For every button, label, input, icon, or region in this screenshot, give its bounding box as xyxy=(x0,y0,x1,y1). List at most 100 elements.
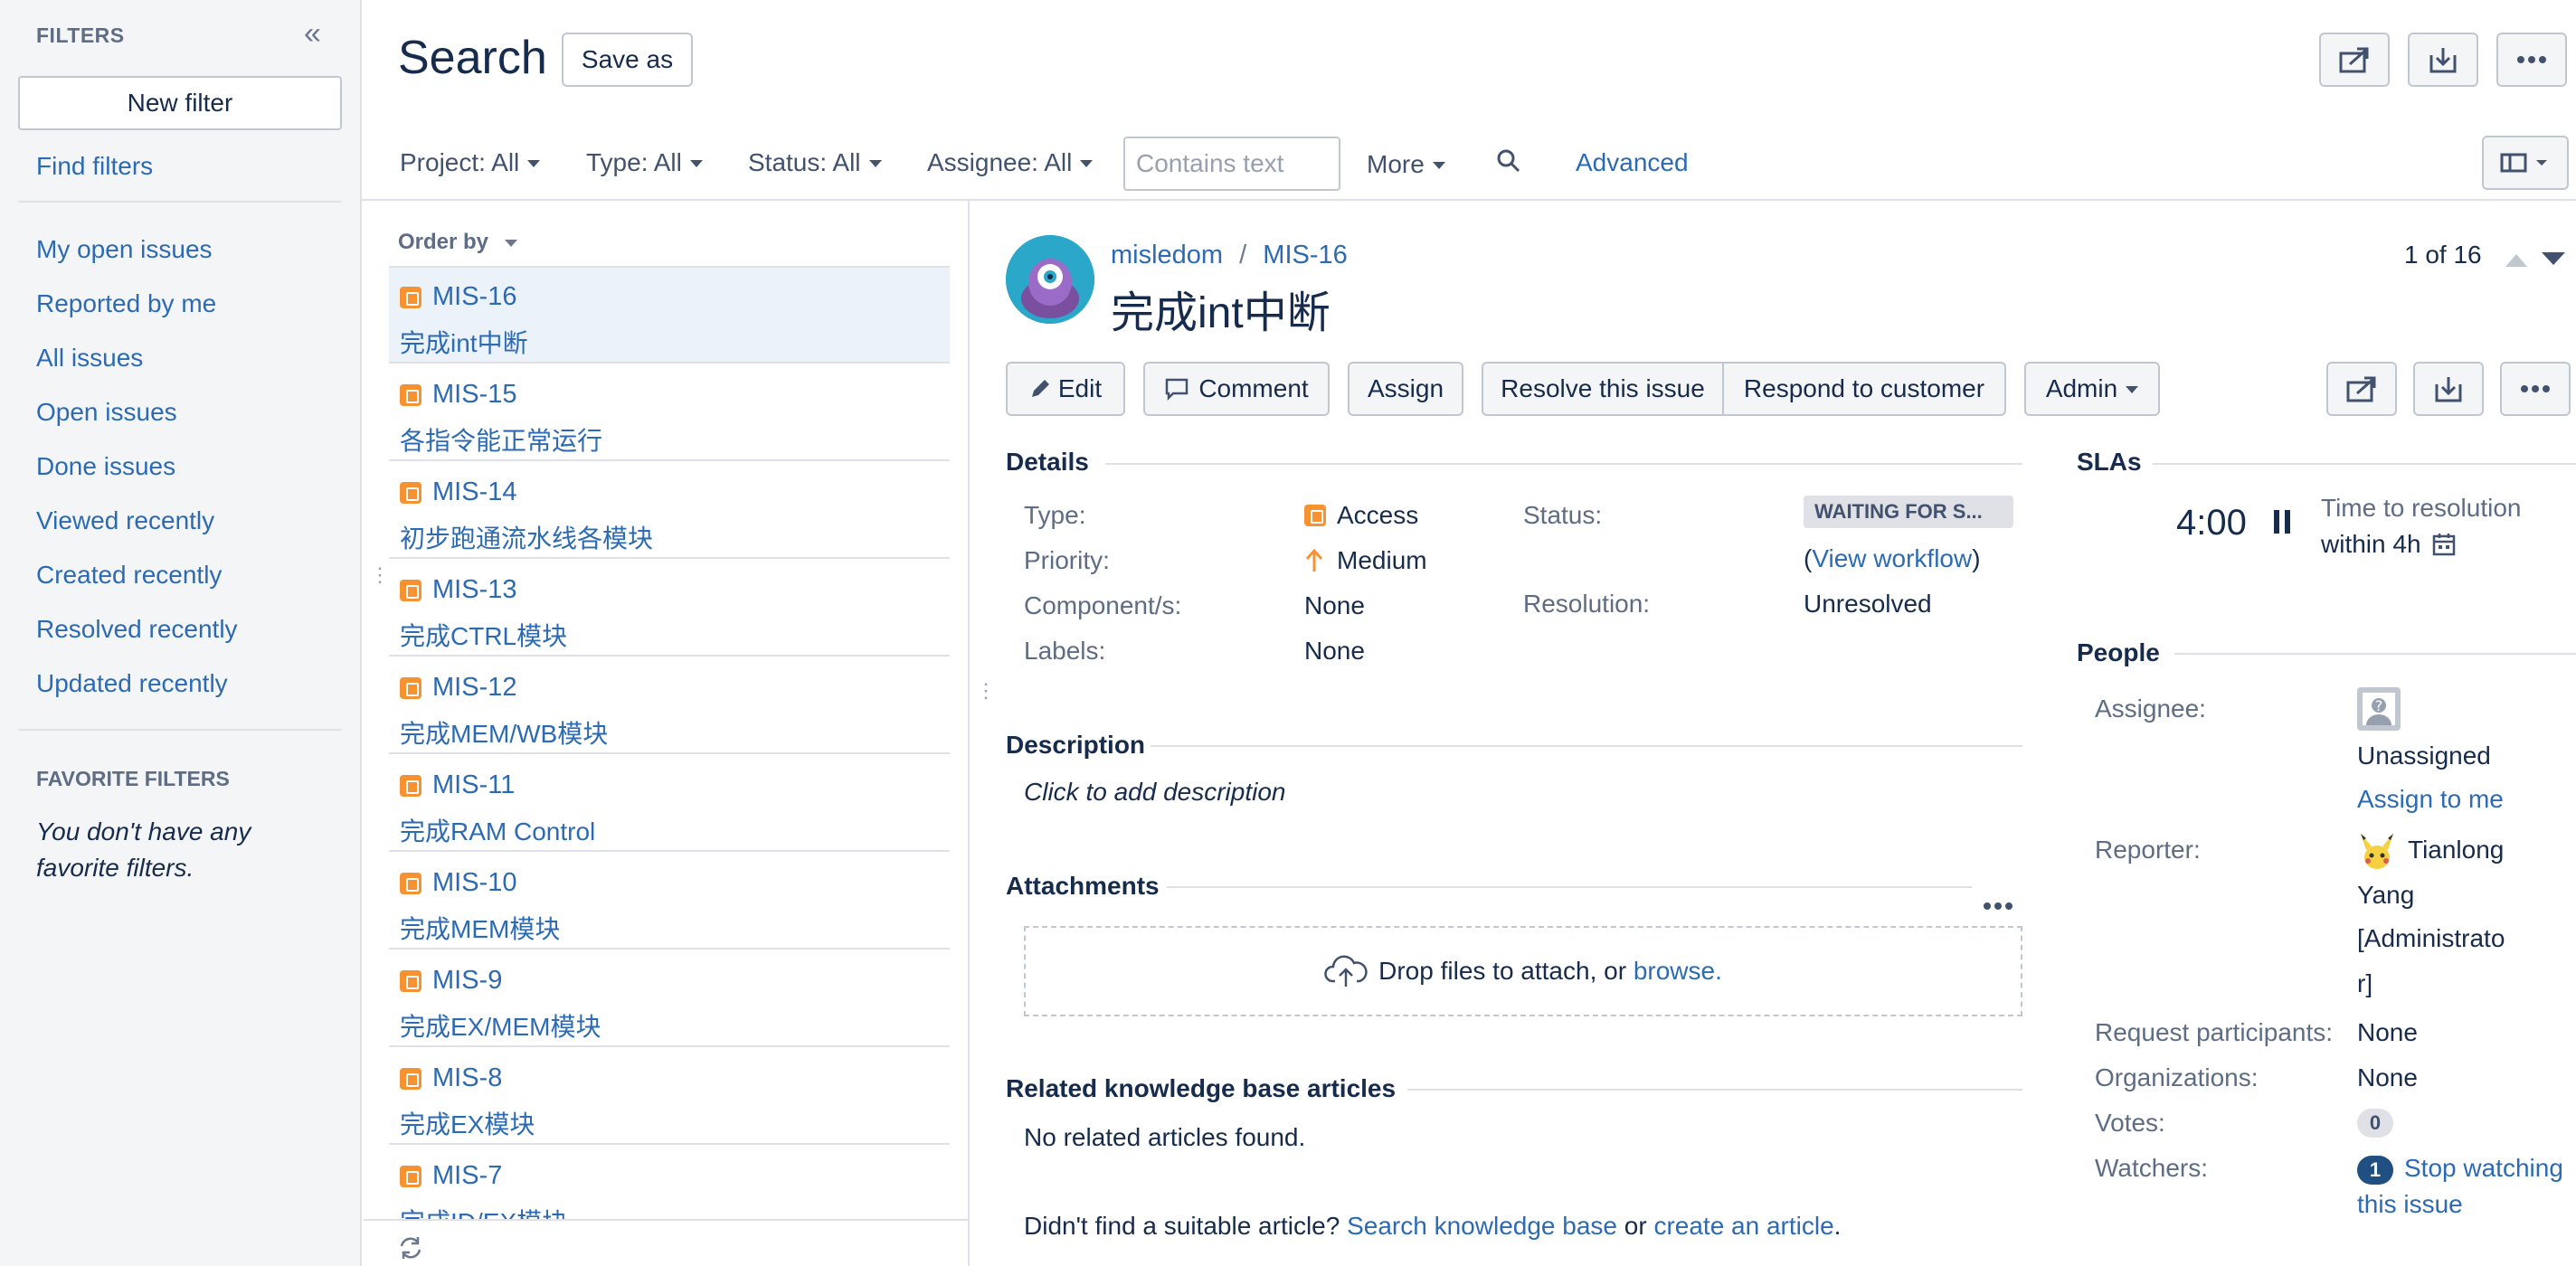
kb-empty-message: No related articles found. xyxy=(1024,1123,1306,1151)
export-button[interactable] xyxy=(2408,33,2478,87)
previous-issue-button[interactable] xyxy=(2504,246,2529,275)
attachments-rule xyxy=(1167,886,1972,888)
create-article-link[interactable]: create an article xyxy=(1653,1212,1833,1240)
chevron-down-icon xyxy=(689,160,703,167)
assign-button[interactable]: Assign xyxy=(1348,362,1463,416)
admin-menu-button[interactable]: Admin xyxy=(2024,362,2160,416)
details-rule xyxy=(1105,463,2022,465)
issue-key: MIS-9 xyxy=(432,966,503,995)
pane-resize-handle[interactable]: ⋮ xyxy=(976,681,996,701)
filter-bar-divider xyxy=(362,199,2576,201)
kb-prompt-text: Didn't find a suitable article? xyxy=(1024,1212,1340,1240)
order-by-control[interactable]: Order by xyxy=(398,230,518,255)
list-item[interactable]: MIS-12 完成MEM/WB模块 xyxy=(389,658,950,754)
search-button[interactable] xyxy=(1496,148,1521,180)
edit-label: Edit xyxy=(1057,374,1103,402)
list-item[interactable]: MIS-8 完成EX模块 xyxy=(389,1049,950,1145)
sidebar-resize-handle[interactable]: ⋮ xyxy=(370,565,390,585)
issue-key: MIS-12 xyxy=(432,673,517,702)
list-item[interactable]: MIS-13 完成CTRL模块 xyxy=(389,561,950,657)
stop-watching-link[interactable]: Stop watching xyxy=(2404,1154,2563,1183)
list-item[interactable]: MIS-10 完成MEM模块 xyxy=(389,854,950,950)
issue-title[interactable]: 完成int中断 xyxy=(1111,277,1331,340)
watchers-count-badge[interactable]: 1 xyxy=(2357,1156,2393,1185)
assignee-filter[interactable]: Assignee: All xyxy=(927,148,1094,177)
find-filters-link[interactable]: Find filters xyxy=(36,152,153,181)
search-input[interactable] xyxy=(1123,137,1340,191)
stop-watching-link-continued[interactable]: this issue xyxy=(2357,1190,2463,1219)
type-value: Access xyxy=(1304,501,1418,530)
votes-count-badge[interactable]: 0 xyxy=(2357,1109,2393,1138)
resolve-issue-button[interactable]: Resolve this issue xyxy=(1482,362,1724,416)
sla-paused-indicator xyxy=(2272,508,2292,542)
pause-icon xyxy=(2274,510,2290,534)
next-issue-button[interactable] xyxy=(2540,246,2567,275)
list-item[interactable]: MIS-9 完成EX/MEM模块 xyxy=(389,951,950,1047)
sla-target: Time to resolution xyxy=(2321,494,2522,522)
refresh-button[interactable] xyxy=(398,1235,423,1266)
issue-more-button[interactable] xyxy=(2500,362,2571,416)
kb-heading: Related knowledge base articles xyxy=(1006,1074,1397,1102)
breadcrumb: misledom / MIS-16 xyxy=(1111,241,1348,270)
sidebar-item-created-recently[interactable]: Created recently xyxy=(36,561,222,590)
refresh-icon xyxy=(400,1237,421,1259)
search-knowledge-base-link[interactable]: Search knowledge base xyxy=(1347,1212,1617,1240)
sidebar-item-open-issues[interactable]: Open issues xyxy=(36,398,177,427)
issue-export-button[interactable] xyxy=(2413,362,2484,416)
list-item[interactable]: MIS-11 完成RAM Control xyxy=(389,756,950,852)
project-filter[interactable]: Project: All xyxy=(400,148,541,177)
advanced-search-link[interactable]: Advanced xyxy=(1576,148,1689,177)
list-item[interactable]: MIS-7 完成ID/EX模块 xyxy=(389,1147,950,1219)
comment-button[interactable]: Comment xyxy=(1143,362,1330,416)
status-badge: WAITING FOR S... xyxy=(1804,496,2013,528)
sidebar-item-all-issues[interactable]: All issues xyxy=(36,344,143,373)
dropzone-text: Drop files to attach, or xyxy=(1378,957,1627,985)
respond-to-customer-button[interactable]: Respond to customer xyxy=(1722,362,2006,416)
edit-button[interactable]: Edit xyxy=(1006,362,1125,416)
more-actions-button[interactable] xyxy=(2496,33,2567,87)
issue-key: MIS-15 xyxy=(432,380,517,409)
issue-share-button[interactable] xyxy=(2326,362,2397,416)
priority-value: Medium xyxy=(1304,546,1427,575)
comment-icon xyxy=(1166,378,1189,401)
more-filters-button[interactable]: More xyxy=(1367,150,1445,179)
save-as-button[interactable]: Save as xyxy=(562,33,693,87)
sidebar-item-my-open-issues[interactable]: My open issues xyxy=(36,235,213,264)
sidebar-divider xyxy=(18,729,342,731)
access-type-icon xyxy=(400,969,421,992)
assign-to-me-link[interactable]: Assign to me xyxy=(2357,785,2504,814)
description-heading: Description xyxy=(1006,731,1146,759)
share-button[interactable] xyxy=(2319,33,2390,87)
type-filter[interactable]: Type: All xyxy=(586,148,703,177)
reporter-name-line: r] xyxy=(2357,969,2373,997)
admin-label: Admin xyxy=(2045,374,2118,402)
access-type-icon xyxy=(400,1165,421,1187)
breadcrumb-project-link[interactable]: misledom xyxy=(1111,241,1223,269)
description-placeholder[interactable]: Click to add description xyxy=(1024,778,1285,807)
status-filter[interactable]: Status: All xyxy=(748,148,882,177)
list-item[interactable]: MIS-16 完成int中断 xyxy=(389,268,950,364)
sidebar-item-done-issues[interactable]: Done issues xyxy=(36,452,175,481)
list-item[interactable]: MIS-15 各指令能正常运行 xyxy=(389,365,950,461)
collapse-sidebar-icon[interactable]: « xyxy=(304,16,321,52)
sla-within-text: within 4h xyxy=(2321,530,2421,558)
layout-switcher-button[interactable] xyxy=(2482,136,2569,190)
view-workflow-link[interactable]: View workflow xyxy=(1812,544,1972,572)
new-filter-button[interactable]: New filter xyxy=(18,76,342,130)
sidebar-item-viewed-recently[interactable]: Viewed recently xyxy=(36,506,214,535)
attachments-options-button[interactable] xyxy=(1983,888,2013,917)
attachment-dropzone[interactable]: Drop files to attach, or browse. xyxy=(1024,926,2022,1016)
access-type-icon xyxy=(400,481,421,504)
share-icon xyxy=(2339,47,2369,73)
cloud-upload-icon xyxy=(1324,955,1368,987)
list-item[interactable]: MIS-14 初步跑通流水线各模块 xyxy=(389,463,950,559)
sidebar-item-resolved-recently[interactable]: Resolved recently xyxy=(36,615,238,644)
browse-link[interactable]: browse. xyxy=(1634,957,1722,986)
slas-rule xyxy=(2153,463,2576,465)
layout-icon xyxy=(2500,153,2547,173)
sidebar-item-updated-recently[interactable]: Updated recently xyxy=(36,669,228,698)
sidebar-item-reported-by-me[interactable]: Reported by me xyxy=(36,289,216,318)
search-icon xyxy=(1497,149,1520,173)
reporter-label: Reporter: xyxy=(2095,836,2201,864)
breadcrumb-issue-link[interactable]: MIS-16 xyxy=(1263,241,1347,269)
